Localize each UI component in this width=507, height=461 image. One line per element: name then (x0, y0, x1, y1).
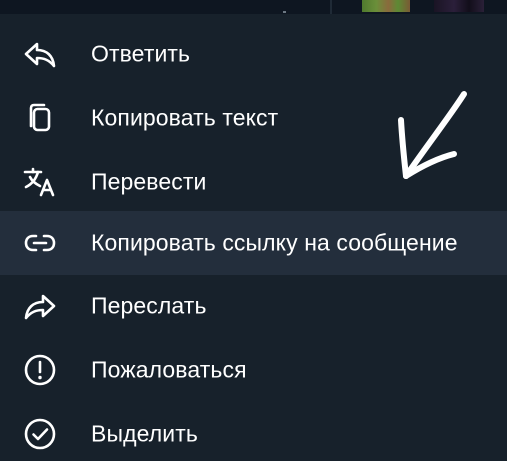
translate-icon (22, 164, 58, 200)
reply-icon (22, 36, 58, 72)
menu-item-label: Копировать ссылку на сообщение (91, 229, 458, 256)
chat-dot (283, 11, 286, 13)
copy-icon (22, 100, 58, 136)
menu-item-report[interactable]: Пожаловаться (0, 338, 507, 402)
media-thumbnail[interactable] (362, 0, 410, 12)
chat-divider (330, 0, 332, 14)
media-thumbnail[interactable] (434, 0, 484, 12)
select-icon (22, 416, 58, 452)
menu-item-translate[interactable]: Перевести (0, 150, 507, 214)
menu-item-label: Копировать текст (91, 104, 279, 131)
menu-item-select[interactable]: Выделить (0, 402, 507, 461)
report-icon (22, 352, 58, 388)
menu-item-label: Пожаловаться (91, 356, 247, 383)
menu-item-forward[interactable]: Переслать (0, 274, 507, 338)
menu-item-label: Ответить (91, 40, 191, 67)
menu-item-copy-link[interactable]: Копировать ссылку на сообщение (0, 211, 507, 275)
forward-icon (22, 288, 58, 324)
menu-item-copy-text[interactable]: Копировать текст (0, 86, 507, 150)
menu-item-label: Перевести (91, 168, 207, 195)
link-icon (22, 225, 58, 261)
menu-item-label: Переслать (91, 292, 207, 319)
menu-item-label: Выделить (91, 420, 198, 447)
message-context-menu: Ответить Копировать текст Перевести Копи… (0, 22, 507, 461)
menu-item-reply[interactable]: Ответить (0, 22, 507, 86)
chat-background-strip (0, 0, 507, 14)
context-menu-screen: Ответить Копировать текст Перевести Копи… (0, 0, 507, 461)
